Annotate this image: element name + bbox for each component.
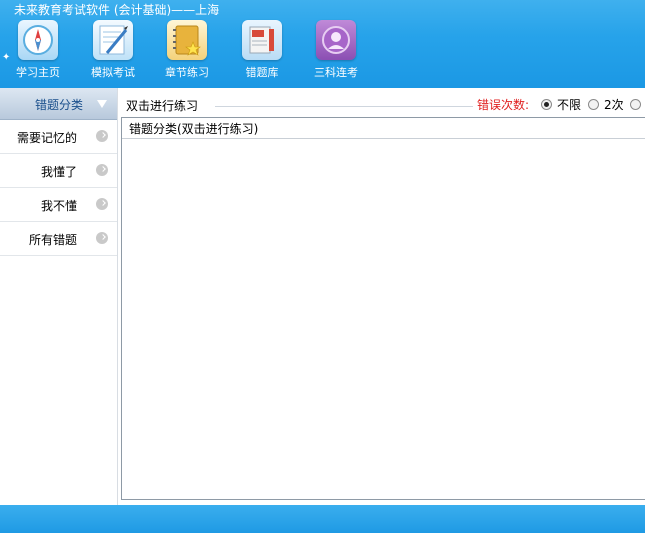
sidebar-item-label: 需要记忆的: [16, 131, 77, 145]
error-question-list[interactable]: 错题分类(双击进行练习): [121, 117, 645, 500]
sidebar: 错题分类 需要记忆的 我懂了 我不懂 所有错题: [0, 88, 118, 505]
list-column-header: 错题分类(双击进行练习): [122, 118, 645, 139]
window-title: 未来教育考试软件 (会计基础)——上海: [14, 3, 220, 17]
toolbar-button-error-bank[interactable]: 错题库: [232, 20, 292, 82]
group-title: 双击进行练习: [126, 97, 203, 114]
radio-unlimited[interactable]: [541, 99, 552, 110]
sidebar-item-understood[interactable]: 我懂了: [0, 154, 117, 188]
radio-label: 不限: [557, 98, 582, 112]
three-subjects-icon: [316, 20, 356, 60]
group-divider: [215, 106, 473, 107]
sidebar-item-all-errors[interactable]: 所有错题: [0, 222, 117, 256]
sidebar-item-label: 我不懂: [40, 199, 77, 213]
toolbar-label: 三科连考: [314, 66, 358, 79]
sidebar-header-error-category[interactable]: 错题分类: [0, 88, 117, 120]
toolbar-button-mock-exam[interactable]: 模拟考试: [83, 20, 143, 82]
toolbar-label: 学习主页: [16, 66, 60, 79]
toolbar-button-three-subjects[interactable]: 三科连考: [306, 20, 366, 82]
radio-two-times[interactable]: [588, 99, 599, 110]
notebook-icon: [167, 20, 207, 60]
sidebar-item-not-understood[interactable]: 我不懂: [0, 188, 117, 222]
app-header: 未来教育考试软件 (会计基础)——上海 ✦ 学习主页 模拟考试 章节练习 错题库…: [0, 0, 645, 88]
toolbar-label: 模拟考试: [91, 66, 135, 79]
chevron-right-icon: [96, 130, 108, 142]
chevron-right-icon: [96, 232, 108, 244]
sidebar-item-label: 我懂了: [40, 165, 77, 179]
toolbar-label: 错题库: [245, 66, 279, 79]
toolbar-button-chapter-practice[interactable]: 章节练习: [157, 20, 217, 82]
radio-three-times[interactable]: [630, 99, 641, 110]
list-header-label: 错题分类(双击进行练习): [129, 122, 259, 136]
sidebar-item-label: 所有错题: [28, 233, 77, 247]
radio-label: 2次: [604, 98, 624, 112]
chevron-right-icon: [96, 198, 108, 210]
sidebar-item-need-memorize[interactable]: 需要记忆的: [0, 120, 117, 154]
status-bar: [0, 505, 645, 533]
compass-icon: [18, 20, 58, 60]
error-count-label: 错误次数:: [477, 98, 530, 112]
sidebar-header-label: 错题分类: [34, 98, 83, 112]
toolbar-label: 章节练习: [165, 66, 209, 79]
triangle-down-icon: [97, 100, 107, 108]
error-bank-icon: [242, 20, 282, 60]
chevron-right-icon: [96, 164, 108, 176]
toolbar-button-study-home[interactable]: 学习主页: [8, 20, 68, 82]
mock-exam-icon: [93, 20, 133, 60]
